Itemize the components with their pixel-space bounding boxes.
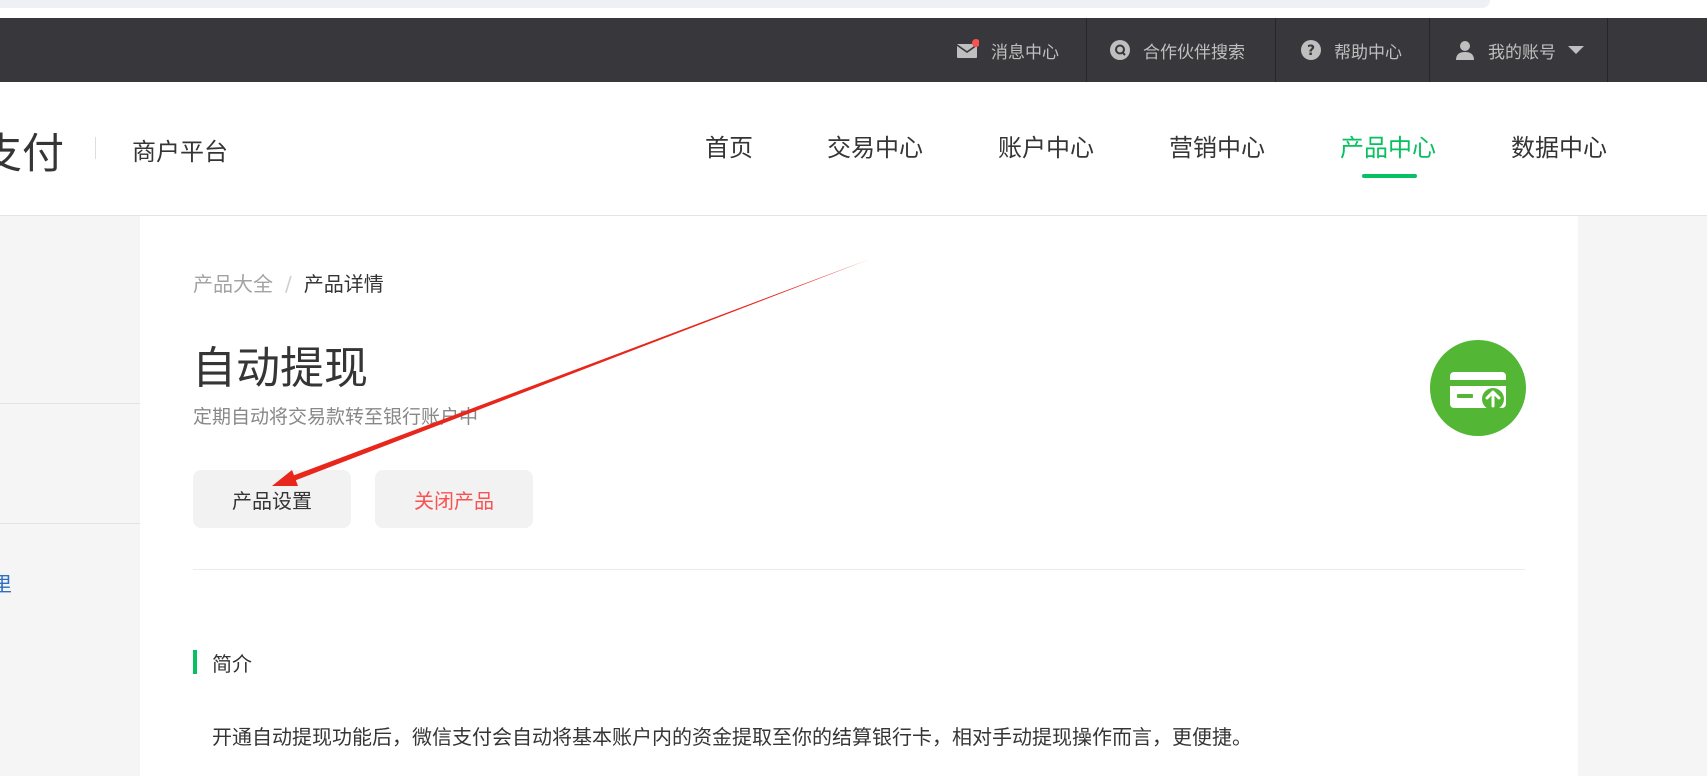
product-detail-card: 产品大全 / 产品详情 自动提现 定期自动将交易款转至银行账户中 产品设置 关闭产品… <box>140 216 1578 776</box>
nav-product-center[interactable]: 产品中心 <box>1340 128 1436 163</box>
topbar-divider <box>1607 18 1608 82</box>
breadcrumb-current: 产品详情 <box>303 272 384 296</box>
topbar-divider <box>1275 18 1276 82</box>
message-center-label: 消息中心 <box>991 42 1059 63</box>
message-center-link[interactable]: 消息中心 <box>956 18 1059 82</box>
my-account-menu[interactable]: 我的账号 <box>1454 18 1584 82</box>
help-center-label: 帮助中心 <box>1334 42 1402 63</box>
topbar-divider <box>1086 18 1087 82</box>
logo-divider <box>95 137 96 159</box>
section-accent-bar <box>193 650 197 674</box>
logo-text[interactable]: 支付 <box>0 120 64 181</box>
partner-search-label: 合作伙伴搜索 <box>1143 42 1245 63</box>
top-bar: 消息中心 合作伙伴搜索 ? 帮助中心 我的账号 <box>0 18 1707 82</box>
svg-text:?: ? <box>1307 43 1315 59</box>
breadcrumb: 产品大全 / 产品详情 <box>193 268 384 297</box>
my-account-label: 我的账号 <box>1488 42 1556 63</box>
product-settings-button[interactable]: 产品设置 <box>193 470 351 528</box>
page-title: 自动提现 <box>192 343 368 394</box>
intro-section-body: 开通自动提现功能后，微信支付会自动将基本账户内的资金提取至你的结算银行卡，相对手… <box>212 725 1252 749</box>
topbar-divider <box>1429 18 1430 82</box>
intro-section-title: 简介 <box>212 652 252 676</box>
browser-strip <box>0 0 1707 18</box>
site-header: 支付 商户平台 首页 交易中心 账户中心 营销中心 产品中心 数据中心 <box>0 82 1707 216</box>
sidebar-item-partial[interactable]: 里 <box>0 568 12 597</box>
card-withdraw-icon <box>1430 340 1526 436</box>
close-product-button[interactable]: 关闭产品 <box>375 470 533 528</box>
content-divider <box>193 569 1525 570</box>
browser-address-field[interactable] <box>0 0 1490 8</box>
nav-data-center[interactable]: 数据中心 <box>1511 128 1607 163</box>
partner-search-icon <box>1109 39 1131 61</box>
sidebar-divider <box>0 523 140 524</box>
user-icon <box>1454 39 1476 61</box>
sidebar-divider <box>0 403 140 404</box>
nav-account-center[interactable]: 账户中心 <box>998 128 1094 163</box>
partner-search-link[interactable]: 合作伙伴搜索 <box>1109 18 1245 82</box>
breadcrumb-parent-link[interactable]: 产品大全 <box>193 272 273 296</box>
nav-transaction-center[interactable]: 交易中心 <box>827 128 923 163</box>
nav-active-indicator <box>1362 174 1417 178</box>
product-description: 定期自动将交易款转至银行账户中 <box>193 406 479 428</box>
help-center-link[interactable]: ? 帮助中心 <box>1300 18 1402 82</box>
mail-icon <box>956 39 980 61</box>
platform-name: 商户平台 <box>132 138 228 166</box>
nav-marketing-center[interactable]: 营销中心 <box>1169 128 1265 163</box>
help-icon: ? <box>1300 39 1322 61</box>
chevron-down-icon <box>1568 46 1584 54</box>
breadcrumb-separator: / <box>285 272 292 296</box>
nav-home[interactable]: 首页 <box>705 128 753 163</box>
